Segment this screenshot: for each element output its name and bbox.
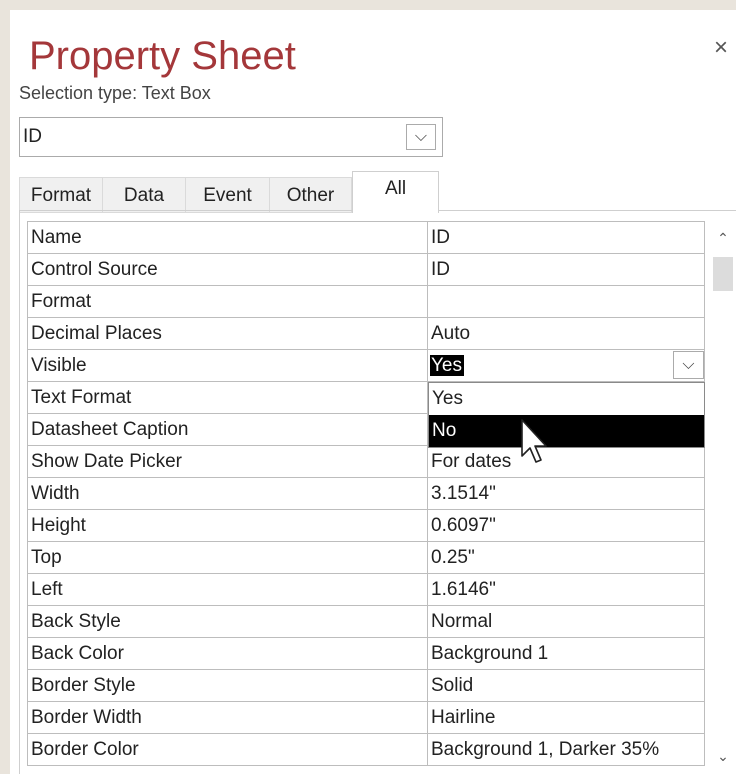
property-row[interactable]: Height 0.6097" xyxy=(27,509,705,542)
object-selector-value: ID xyxy=(23,126,42,147)
vertical-scrollbar[interactable]: ⌃ ⌄ xyxy=(710,221,736,773)
property-value[interactable]: For dates xyxy=(427,445,705,478)
selection-type-label: Selection type: Text Box xyxy=(19,83,211,103)
tab-data[interactable]: Data xyxy=(102,177,186,213)
property-row[interactable]: Format xyxy=(27,285,705,318)
property-row[interactable]: Border Color Background 1, Darker 35% xyxy=(27,733,705,766)
property-value[interactable]: Yes ⌵ xyxy=(427,349,705,382)
scroll-up-icon[interactable]: ⌃ xyxy=(710,225,736,251)
property-row[interactable]: Show Date Picker For dates xyxy=(27,445,705,478)
property-name: Left xyxy=(27,573,428,606)
property-value[interactable]: Auto xyxy=(427,317,705,350)
property-row[interactable]: Back Style Normal xyxy=(27,605,705,638)
property-value[interactable]: Solid xyxy=(427,669,705,702)
chevron-down-icon[interactable]: ⌵ xyxy=(406,124,436,150)
property-name: Width xyxy=(27,477,428,510)
chevron-down-icon[interactable]: ⌵ xyxy=(673,351,704,379)
scroll-down-icon[interactable]: ⌄ xyxy=(710,743,736,769)
visible-dropdown-list[interactable]: Yes No xyxy=(428,382,705,448)
property-row[interactable]: Name ID xyxy=(27,221,705,254)
property-grid: Name ID Control Source ID Format Decimal Plac… xyxy=(19,211,736,774)
property-table: Name ID Control Source ID Format Decimal Plac… xyxy=(27,221,705,766)
property-value[interactable]: ID xyxy=(427,253,705,286)
property-name: Visible xyxy=(27,349,428,382)
property-name: Show Date Picker xyxy=(27,445,428,478)
pane-title: Property Sheet xyxy=(29,34,296,78)
property-row[interactable]: Control Source ID xyxy=(27,253,705,286)
property-name: Format xyxy=(27,285,428,318)
property-name: Top xyxy=(27,541,428,574)
property-name: Border Style xyxy=(27,669,428,702)
property-value[interactable]: 3.1514" xyxy=(427,477,705,510)
tab-all[interactable]: All xyxy=(352,171,439,213)
property-row[interactable]: Width 3.1514" xyxy=(27,477,705,510)
close-icon[interactable]: × xyxy=(714,34,728,62)
tab-other[interactable]: Other xyxy=(269,177,352,213)
property-value[interactable]: Normal xyxy=(427,605,705,638)
property-name: Text Format xyxy=(27,381,428,414)
dropdown-option-no[interactable]: No xyxy=(429,415,704,447)
property-sheet-pane: Property Sheet × Selection type: Text Bo… xyxy=(10,10,736,774)
property-name: Height xyxy=(27,509,428,542)
property-value[interactable]: 1.6146" xyxy=(427,573,705,606)
property-name: Datasheet Caption xyxy=(27,413,428,446)
object-selector[interactable]: ID ⌵ xyxy=(19,117,443,157)
tab-event[interactable]: Event xyxy=(185,177,270,213)
property-name: Border Color xyxy=(27,733,428,766)
property-value[interactable] xyxy=(427,285,705,318)
dropdown-option-yes[interactable]: Yes xyxy=(429,383,704,415)
scroll-thumb[interactable] xyxy=(713,257,733,291)
property-value[interactable]: Hairline xyxy=(427,701,705,734)
property-value[interactable]: 0.6097" xyxy=(427,509,705,542)
property-name: Border Width xyxy=(27,701,428,734)
property-value-text: Yes xyxy=(430,354,464,376)
property-name: Decimal Places xyxy=(27,317,428,350)
property-row[interactable]: Border Style Solid xyxy=(27,669,705,702)
property-name: Back Color xyxy=(27,637,428,670)
property-name: Back Style xyxy=(27,605,428,638)
property-value[interactable]: Background 1, Darker 35% xyxy=(427,733,705,766)
property-row[interactable]: Border Width Hairline xyxy=(27,701,705,734)
property-value[interactable]: Background 1 xyxy=(427,637,705,670)
property-row[interactable]: Left 1.6146" xyxy=(27,573,705,606)
property-row[interactable]: Back Color Background 1 xyxy=(27,637,705,670)
property-name: Control Source xyxy=(27,253,428,286)
mouse-cursor-icon xyxy=(521,419,547,463)
property-value[interactable]: ID xyxy=(427,221,705,254)
property-row[interactable]: Top 0.25" xyxy=(27,541,705,574)
tab-format[interactable]: Format xyxy=(19,177,103,213)
property-row[interactable]: Decimal Places Auto xyxy=(27,317,705,350)
property-row[interactable]: Visible Yes ⌵ xyxy=(27,349,705,382)
property-name: Name xyxy=(27,221,428,254)
property-value[interactable]: 0.25" xyxy=(427,541,705,574)
